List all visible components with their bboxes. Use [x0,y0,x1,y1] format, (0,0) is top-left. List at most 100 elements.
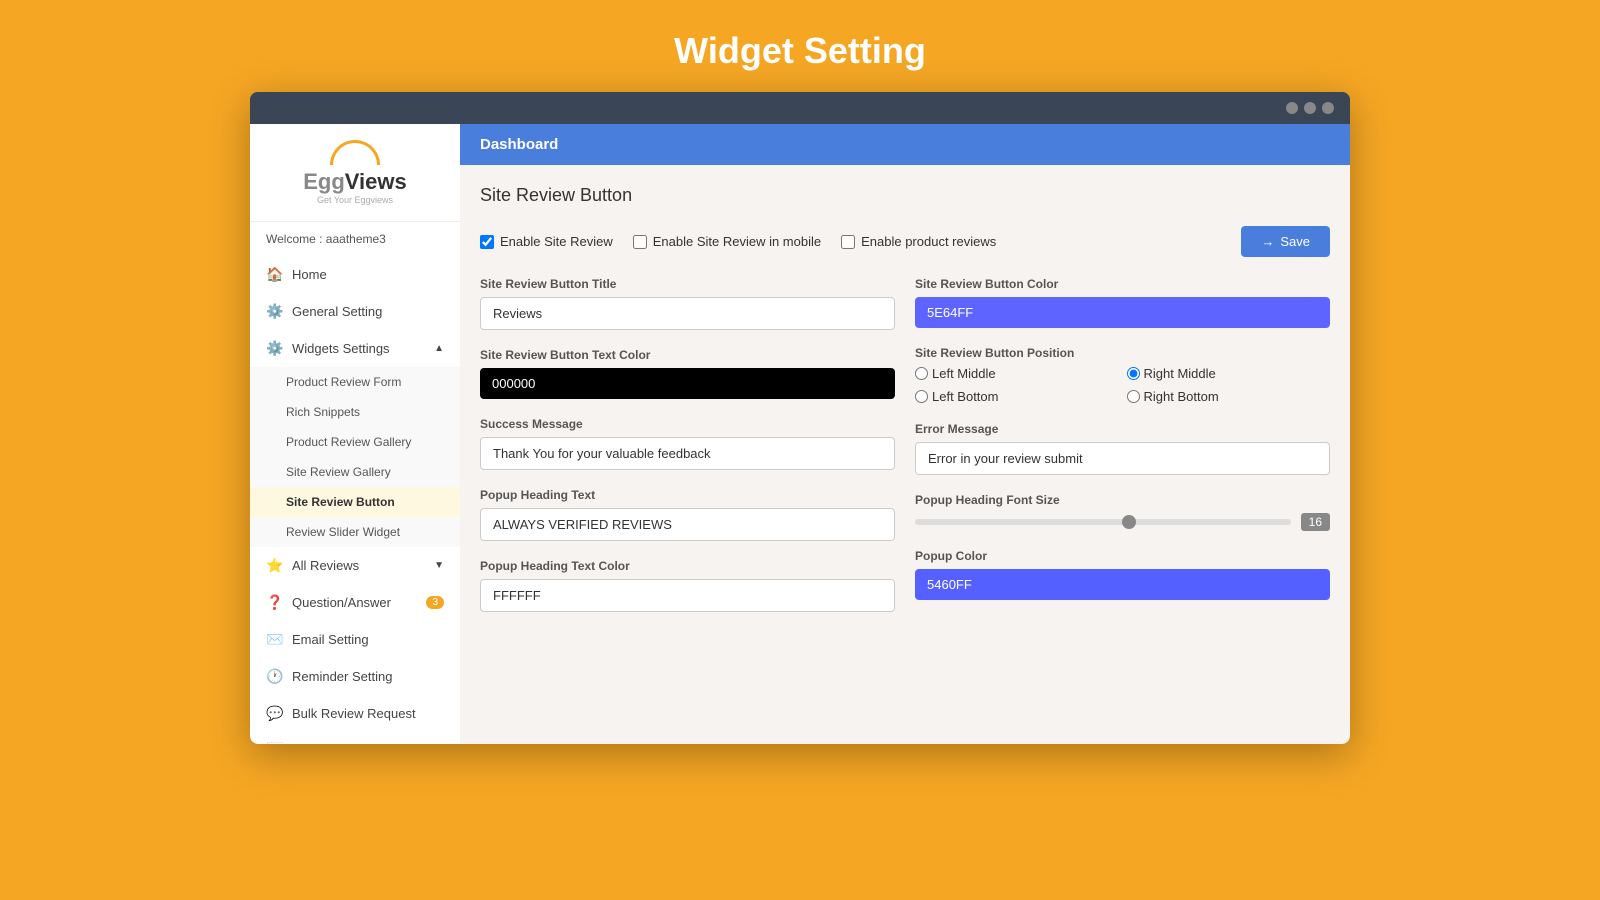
left-middle-label: Left Middle [932,366,996,381]
all-reviews-arrow-icon: ▼ [434,560,444,571]
home-icon: 🏠 [266,266,284,283]
sidebar-item-analytics[interactable]: 📊 Analytics [250,732,460,744]
site-review-title-input[interactable] [480,297,895,330]
button-position-group: Site Review Button Position Left Middle … [915,346,1330,404]
sidebar-item-widgets-settings[interactable]: ⚙️ Widgets Settings ▲ [250,330,460,367]
sidebar-item-home-label: Home [292,267,327,282]
main-content: Dashboard Site Review Button Enable Site… [460,124,1350,744]
success-message-input[interactable] [480,437,895,470]
sidebar-item-product-review-form[interactable]: Product Review Form [250,367,460,397]
enable-site-review-label: Enable Site Review [500,234,613,249]
enable-site-review-checkbox[interactable]: Enable Site Review [480,234,613,249]
left-middle-radio[interactable] [915,367,928,380]
font-size-slider-container: 16 [915,513,1330,531]
browser-dot-3 [1322,102,1334,114]
sidebar-item-question-answer[interactable]: ❓ Question/Answer 3 [250,584,460,621]
enable-site-review-input[interactable] [480,235,494,249]
sidebar-item-qa-label: Question/Answer [292,595,391,610]
logo-egg: Egg [303,169,345,194]
browser-dot-1 [1286,102,1298,114]
sidebar-logo: EggViews Get Your Eggviews [250,124,460,222]
success-message-group: Success Message [480,417,895,470]
browser-window: EggViews Get Your Eggviews Welcome : aaa… [250,92,1350,744]
browser-titlebar [250,92,1350,124]
question-icon: ❓ [266,594,284,611]
star-icon: ⭐ [266,557,284,574]
right-middle-radio-label[interactable]: Right Middle [1127,366,1331,381]
gear-icon: ⚙️ [266,303,284,320]
sidebar-item-email-setting[interactable]: ✉️ Email Setting [250,621,460,658]
button-color-group: Site Review Button Color [915,277,1330,328]
sidebar-item-bulk-label: Bulk Review Request [292,706,416,721]
qa-badge: 3 [426,596,444,609]
left-bottom-radio-label[interactable]: Left Bottom [915,389,1119,404]
browser-body: EggViews Get Your Eggviews Welcome : aaa… [250,124,1350,744]
right-bottom-label: Right Bottom [1144,389,1219,404]
email-icon: ✉️ [266,631,284,648]
sidebar-item-site-review-gallery[interactable]: Site Review Gallery [250,457,460,487]
section-title: Site Review Button [480,185,1330,206]
success-message-label: Success Message [480,417,895,431]
form-grid: Site Review Button Title Site Review But… [480,277,1330,612]
sidebar-item-general-setting[interactable]: ⚙️ General Setting [250,293,460,330]
left-middle-radio-label[interactable]: Left Middle [915,366,1119,381]
text-color-label: Site Review Button Text Color [480,348,895,362]
enable-mobile-input[interactable] [633,235,647,249]
radio-group-position: Left Middle Right Middle Left Bottom [915,366,1330,404]
error-message-input[interactable] [915,442,1330,475]
popup-heading-text-color-input[interactable] [480,579,895,612]
sidebar-item-analytics-label: Analytics [292,743,344,744]
font-size-slider-track [915,519,1291,525]
form-left-col: Site Review Button Title Site Review But… [480,277,895,612]
sidebar-item-product-review-gallery[interactable]: Product Review Gallery [250,427,460,457]
sidebar-item-site-review-button[interactable]: Site Review Button [250,487,460,517]
checkboxes-group: Enable Site Review Enable Site Review in… [480,234,996,249]
popup-heading-text-color-group: Popup Heading Text Color [480,559,895,612]
button-color-input[interactable] [915,297,1330,328]
sidebar-item-rich-snippets[interactable]: Rich Snippets [250,397,460,427]
chat-icon: 💬 [266,705,284,722]
sidebar-item-all-reviews[interactable]: ⭐ All Reviews ▼ [250,547,460,584]
button-color-label: Site Review Button Color [915,277,1330,291]
save-button[interactable]: → Save [1241,226,1330,257]
font-size-slider-thumb[interactable] [1122,515,1136,529]
popup-color-group: Popup Color [915,549,1330,600]
font-size-value: 16 [1301,513,1330,531]
text-color-group: Site Review Button Text Color [480,348,895,399]
enable-product-checkbox[interactable]: Enable product reviews [841,234,996,249]
popup-color-input[interactable] [915,569,1330,600]
sidebar-item-review-slider-widget[interactable]: Review Slider Widget [250,517,460,547]
sidebar-item-bulk-review-request[interactable]: 💬 Bulk Review Request [250,695,460,732]
page-title: Widget Setting [674,30,926,72]
text-color-input[interactable] [480,368,895,399]
error-message-label: Error Message [915,422,1330,436]
popup-heading-text-label: Popup Heading Text [480,488,895,502]
content-area: Site Review Button Enable Site Review En… [460,165,1350,632]
logo-views: Views [345,169,407,194]
sidebar-item-widgets-label: Widgets Settings [292,341,390,356]
chart-icon: 📊 [266,742,284,744]
widgets-arrow-icon: ▲ [434,343,444,354]
sidebar-item-home[interactable]: 🏠 Home [250,256,460,293]
right-middle-radio[interactable] [1127,367,1140,380]
sidebar-item-general-label: General Setting [292,304,382,319]
clock-icon: 🕐 [266,668,284,685]
right-bottom-radio-label[interactable]: Right Bottom [1127,389,1331,404]
dashboard-header: Dashboard [460,124,1350,165]
logo-arch-icon [330,140,380,165]
logo-tagline: Get Your Eggviews [266,195,444,205]
enable-mobile-checkbox[interactable]: Enable Site Review in mobile [633,234,821,249]
sidebar-item-email-label: Email Setting [292,632,369,647]
popup-heading-text-input[interactable] [480,508,895,541]
error-message-group: Error Message [915,422,1330,475]
top-controls: Enable Site Review Enable Site Review in… [480,226,1330,257]
popup-heading-text-color-label: Popup Heading Text Color [480,559,895,573]
save-arrow-icon: → [1261,234,1274,249]
sidebar-item-reminder-setting[interactable]: 🕐 Reminder Setting [250,658,460,695]
left-bottom-radio[interactable] [915,390,928,403]
right-bottom-radio[interactable] [1127,390,1140,403]
enable-product-label: Enable product reviews [861,234,996,249]
sub-nav-widgets: Product Review Form Rich Snippets Produc… [250,367,460,547]
enable-product-input[interactable] [841,235,855,249]
right-middle-label: Right Middle [1144,366,1216,381]
